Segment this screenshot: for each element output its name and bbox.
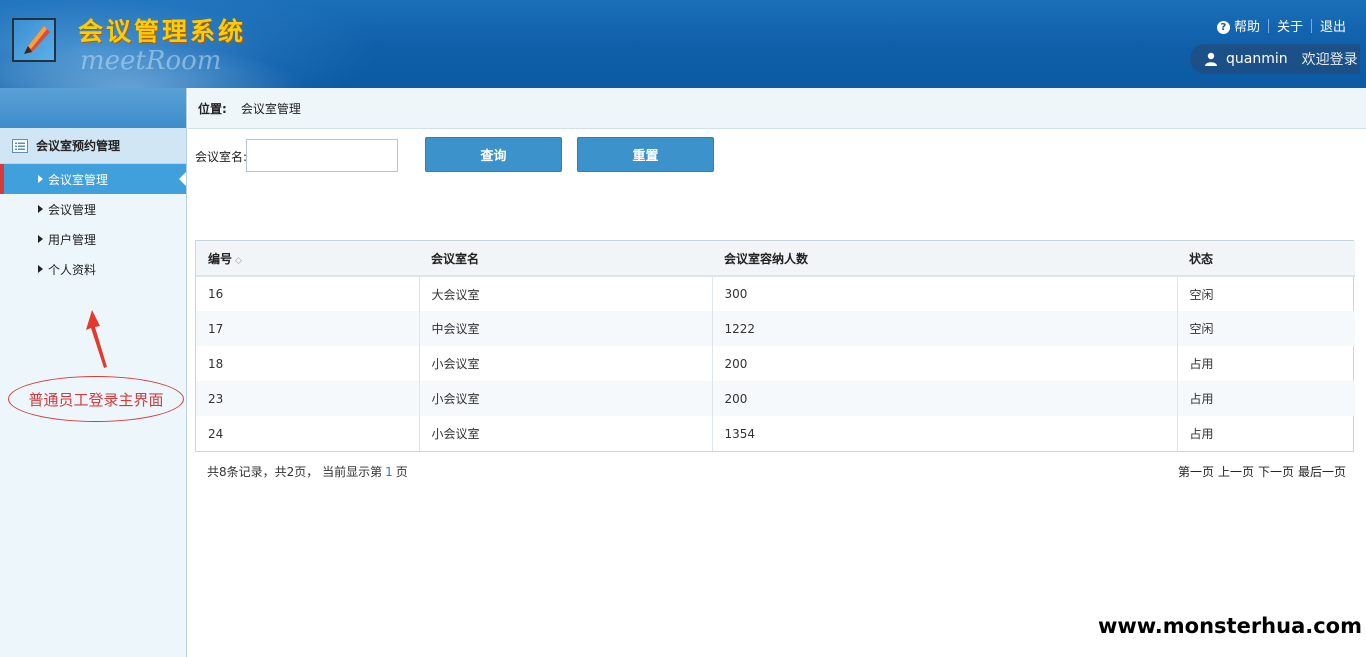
last-page-link[interactable]: 最后一页 bbox=[1298, 463, 1346, 480]
user-bar: quanmin 欢迎登录 bbox=[1190, 44, 1360, 74]
sidebar-item-label: 会议室管理 bbox=[48, 172, 109, 187]
help-label: 帮助 bbox=[1233, 20, 1260, 35]
user-name: quanmin bbox=[1226, 51, 1288, 67]
sidebar-group-label: 会议室预约管理 bbox=[36, 139, 121, 153]
cell-id: 23 bbox=[196, 381, 419, 416]
annotation-arrow-icon bbox=[86, 310, 107, 368]
cell-name: 小会议室 bbox=[418, 346, 712, 381]
sidebar: 会议室预约管理 会议室管理 会议管理 用户管理 个人资料 bbox=[0, 88, 187, 657]
logout-link[interactable]: 退出 bbox=[1320, 16, 1346, 35]
next-page-link[interactable]: 下一页 bbox=[1258, 463, 1294, 480]
pager-links: 第一页 上一页 下一页 最后一页 bbox=[1178, 463, 1346, 480]
room-table: 编号 ◇ 会议室名 会议室容纳人数 状态 16 大会议室 300 空闲 17 中会… bbox=[195, 240, 1355, 452]
top-links: ? 帮助 关于 退出 bbox=[1216, 16, 1346, 35]
welcome-text: 欢迎登录 bbox=[1301, 52, 1358, 68]
cell-status: 空闲 bbox=[1176, 276, 1355, 311]
sidebar-item-label: 用户管理 bbox=[48, 232, 97, 247]
cell-name: 小会议室 bbox=[418, 416, 712, 451]
table-row[interactable]: 17 中会议室 1222 空闲 bbox=[196, 311, 1355, 346]
caret-right-icon bbox=[38, 265, 43, 273]
prev-page-link[interactable]: 上一页 bbox=[1218, 463, 1254, 480]
caret-right-icon bbox=[38, 205, 43, 213]
about-link[interactable]: 关于 bbox=[1277, 16, 1303, 35]
watermark: www.monsterhua.com bbox=[1097, 614, 1362, 638]
column-header-capacity: 会议室容纳人数 bbox=[712, 241, 1177, 277]
logo-icon bbox=[12, 18, 56, 62]
table-row[interactable]: 18 小会议室 200 占用 bbox=[196, 346, 1355, 381]
cell-capacity: 1222 bbox=[711, 311, 1177, 346]
sort-icon[interactable]: ◇ bbox=[235, 256, 242, 266]
sidebar-item-label: 会议管理 bbox=[48, 202, 97, 217]
sidebar-item-room-management[interactable]: 会议室管理 bbox=[0, 164, 186, 194]
cell-name: 中会议室 bbox=[418, 311, 712, 346]
breadcrumb-key: 位置: bbox=[198, 101, 227, 116]
cell-id: 24 bbox=[208, 426, 224, 441]
table-row[interactable]: 16 大会议室 300 空闲 bbox=[196, 276, 1355, 311]
app-header: 会议管理系统 meetRoom ? 帮助 关于 退出 quanmin 欢迎登录 bbox=[0, 0, 1366, 88]
cell-id: 18 bbox=[208, 356, 224, 371]
user-icon bbox=[1205, 52, 1217, 66]
cell-name: 小会议室 bbox=[418, 381, 712, 416]
column-header-name: 会议室名 bbox=[419, 241, 712, 277]
sidebar-group-header[interactable]: 会议室预约管理 bbox=[0, 128, 186, 164]
first-page-link[interactable]: 第一页 bbox=[1178, 463, 1214, 480]
column-header-status: 状态 bbox=[1177, 241, 1355, 277]
cell-id: 17 bbox=[196, 311, 419, 346]
sidebar-top-bar bbox=[0, 88, 186, 128]
pager-summary-prefix: 共8条记录，共2页， 当前显示第 bbox=[207, 465, 383, 479]
cell-status: 占用 bbox=[1176, 381, 1355, 416]
help-icon: ? bbox=[1216, 21, 1230, 34]
cell-status: 空闲 bbox=[1176, 311, 1355, 346]
breadcrumb-value: 会议室管理 bbox=[240, 101, 301, 116]
pager-summary-suffix: 页 bbox=[395, 465, 408, 479]
column-header-label: 编号 bbox=[208, 251, 233, 266]
room-name-label: 会议室名: bbox=[195, 150, 248, 164]
column-header-id[interactable]: 编号 ◇ bbox=[196, 241, 419, 277]
sidebar-item-label: 个人资料 bbox=[48, 262, 97, 277]
cell-name: 大会议室 bbox=[418, 276, 712, 311]
cell-capacity: 300 bbox=[711, 276, 1177, 311]
table-header-row: 编号 ◇ 会议室名 会议室容纳人数 状态 bbox=[196, 241, 1355, 277]
sidebar-item-profile[interactable]: 个人资料 bbox=[0, 254, 186, 284]
list-icon bbox=[12, 138, 28, 153]
caret-right-icon bbox=[38, 175, 43, 183]
room-name-input[interactable] bbox=[246, 139, 398, 172]
sidebar-item-meeting-management[interactable]: 会议管理 bbox=[0, 194, 186, 224]
table-row[interactable]: 23 小会议室 200 占用 bbox=[196, 381, 1355, 416]
cell-status: 占用 bbox=[1176, 346, 1355, 381]
cell-status: 占用 bbox=[1176, 416, 1355, 451]
annotation-text: 普通员工登录主界面 bbox=[28, 390, 164, 409]
annotation-ellipse: 普通员工登录主界面 bbox=[8, 376, 184, 422]
link-divider bbox=[1267, 18, 1269, 33]
help-link[interactable]: ? 帮助 bbox=[1216, 16, 1260, 35]
current-page-number: 1 bbox=[385, 465, 393, 479]
reset-button[interactable]: 重置 bbox=[577, 137, 714, 172]
cell-capacity: 200 bbox=[711, 381, 1177, 416]
query-button[interactable]: 查询 bbox=[425, 137, 562, 172]
cell-capacity: 200 bbox=[711, 346, 1177, 381]
pager-summary: 共8条记录，共2页， 当前显示第 1 页 bbox=[207, 463, 408, 480]
cell-id: 16 bbox=[208, 287, 224, 301]
caret-right-icon bbox=[38, 235, 43, 243]
breadcrumb: 位置: 会议室管理 bbox=[188, 88, 1366, 129]
table-row[interactable]: 24 小会议室 1354 占用 bbox=[196, 416, 1355, 451]
app-title: 会议管理系统 bbox=[78, 17, 247, 46]
link-divider bbox=[1310, 18, 1312, 33]
app-subtitle: meetRoom bbox=[80, 46, 222, 76]
sidebar-item-user-management[interactable]: 用户管理 bbox=[0, 224, 186, 254]
cell-capacity: 1354 bbox=[711, 416, 1177, 451]
